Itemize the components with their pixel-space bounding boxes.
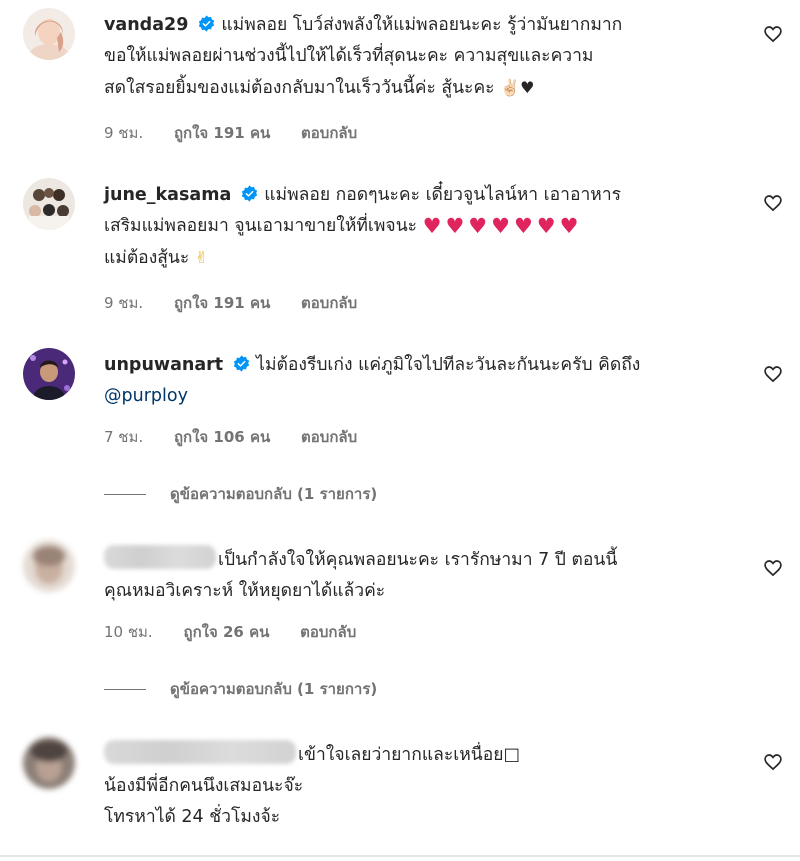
victory-heart-emoji: ✌🏻♥ bbox=[500, 78, 535, 97]
comment-text: เป็นกำลังใจให้คุณพลอยนะคะ เรารักษามา 7 ป… bbox=[218, 550, 618, 570]
verified-badge-icon bbox=[242, 185, 258, 202]
avatar[interactable] bbox=[23, 737, 75, 789]
comment-time[interactable]: 7 ชม. bbox=[104, 428, 143, 446]
comment-text: แม่พลอย โบว์ส่งพลังให้แม่พลอยนะคะ รู้ว่า… bbox=[221, 15, 623, 35]
reply-button[interactable]: ตอบกลับ bbox=[301, 124, 357, 142]
avatar[interactable] bbox=[23, 348, 75, 400]
comment-text: เข้าใจเลยว่ายากและเหนื่อย bbox=[298, 745, 504, 765]
comment-time[interactable]: 9 ชม. bbox=[104, 124, 143, 142]
reply-button[interactable]: ตอบกลับ bbox=[301, 294, 357, 312]
mention-link[interactable]: @purploy bbox=[104, 386, 188, 406]
comment-text: สดใสรอยยิ้มของแม่ต้องกลับมาในเร็ววันนี้ค… bbox=[104, 78, 495, 98]
missing-glyph: □ bbox=[503, 745, 521, 765]
view-replies-label: ดูข้อความตอบกลับ (1 รายการ) bbox=[170, 485, 378, 503]
avatar[interactable] bbox=[23, 8, 75, 60]
red-hearts-emoji: ♥♥♥♥♥♥♥ bbox=[422, 214, 583, 238]
heart-outline-icon[interactable] bbox=[763, 24, 783, 44]
comment-text: แม่ต้องสู้นะ bbox=[104, 248, 190, 268]
divider bbox=[104, 494, 146, 495]
heart-outline-icon[interactable] bbox=[763, 364, 783, 384]
comment-username[interactable]: unpuwanart bbox=[104, 355, 223, 375]
divider bbox=[0, 855, 800, 857]
comment-username[interactable]: vanda29 bbox=[104, 15, 188, 35]
comment-text: คุณหมอวิเคราะห์ ให้หยุดยาได้แล้วค่ะ bbox=[104, 581, 386, 601]
avatar[interactable] bbox=[23, 540, 75, 592]
verified-badge-icon bbox=[234, 355, 250, 372]
heart-outline-icon[interactable] bbox=[763, 193, 783, 213]
heart-outline-icon[interactable] bbox=[763, 558, 783, 578]
view-replies-button[interactable]: ดูข้อความตอบกลับ (1 รายการ) bbox=[104, 483, 377, 505]
heart-outline-icon[interactable] bbox=[763, 752, 783, 772]
view-replies-button[interactable]: ดูข้อความตอบกลับ (1 รายการ) bbox=[104, 678, 377, 700]
comment-text: เสริมแม่พลอยมา จูนเอามาขายให้ที่เพจนะ bbox=[104, 216, 418, 236]
comment-time[interactable]: 9 ชม. bbox=[104, 294, 143, 312]
comment-text: น้องมีพี่อีกคนนึงเสมอนะจ๊ะ bbox=[104, 776, 304, 796]
view-replies-label: ดูข้อความตอบกลับ (1 รายการ) bbox=[170, 680, 378, 698]
comment-time[interactable]: 10 ชม. bbox=[104, 623, 153, 641]
victory-hand-emoji: ✌ bbox=[194, 248, 209, 267]
divider bbox=[104, 689, 146, 690]
reply-button[interactable]: ตอบกลับ bbox=[301, 428, 357, 446]
comment-username-blurred[interactable] bbox=[104, 740, 296, 764]
like-count[interactable]: ถูกใจ 191 คน bbox=[174, 124, 270, 142]
like-count[interactable]: ถูกใจ 106 คน bbox=[174, 428, 270, 446]
reply-button[interactable]: ตอบกลับ bbox=[300, 623, 356, 641]
comment-text: ไม่ต้องรีบเก่ง แค่ภูมิใจไปทีละวันละกันนะ… bbox=[256, 355, 641, 375]
comment-text: ขอให้แม่พลอยผ่านช่วงนี้ไปให้ได้เร็วที่สุ… bbox=[104, 46, 594, 66]
comment-username-blurred[interactable] bbox=[104, 545, 216, 569]
like-count[interactable]: ถูกใจ 191 คน bbox=[174, 294, 270, 312]
comment-username[interactable]: june_kasama bbox=[104, 185, 231, 205]
verified-badge-icon bbox=[199, 15, 215, 32]
like-count[interactable]: ถูกใจ 26 คน bbox=[183, 623, 269, 641]
comment-text: โทรหาได้ 24 ชั่วโมงจ้ะ bbox=[104, 807, 281, 827]
comment-text: แม่พลอย กอดๆนะคะ เดี๋ยวจูนไลน์หา เอาอาหา… bbox=[264, 185, 622, 205]
avatar[interactable] bbox=[23, 178, 75, 230]
